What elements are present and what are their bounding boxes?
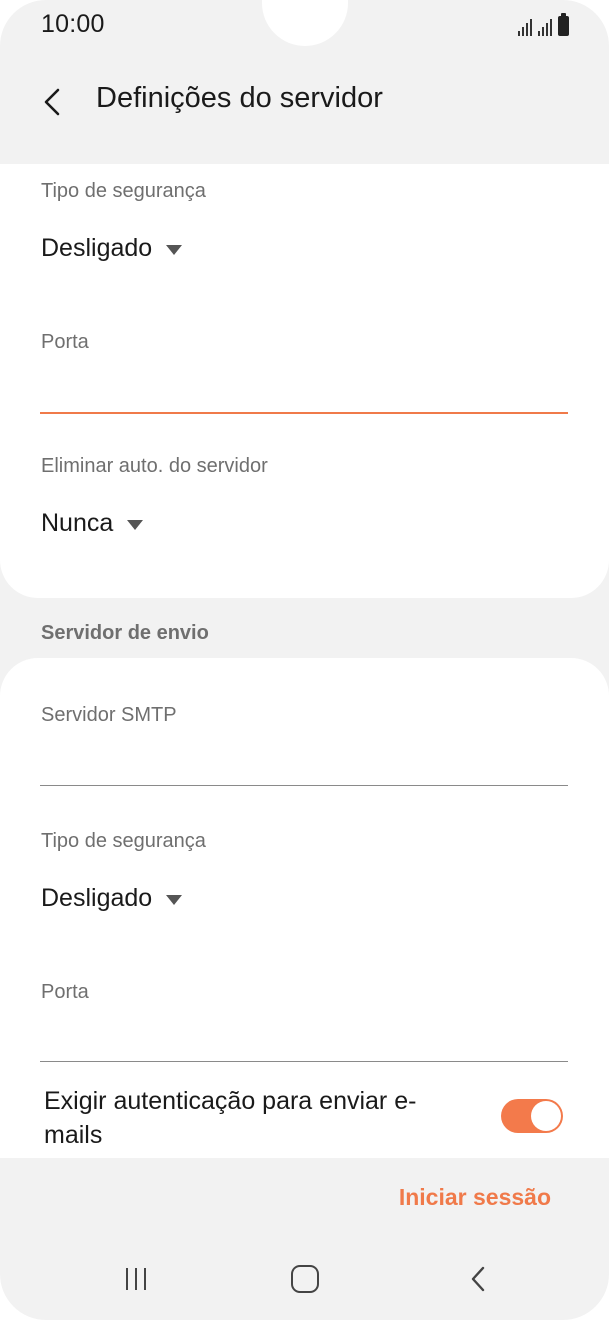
dropdown-arrow-icon [166, 244, 183, 255]
outgoing-security-value: Desligado [41, 884, 153, 912]
incoming-security-dropdown[interactable]: Desligado [41, 234, 183, 263]
incoming-server-card: Tipo de segurança Desligado Porta Elimin… [0, 164, 609, 598]
signin-button[interactable]: Iniciar sessão [399, 1184, 551, 1211]
outgoing-server-section-title: Servidor de envio [41, 622, 209, 644]
system-nav-bar [0, 1238, 609, 1320]
outgoing-port-label: Porta [41, 981, 89, 1003]
back-button[interactable] [28, 78, 76, 126]
incoming-security-value: Desligado [41, 234, 153, 262]
phone-screen: 10:00 Definições do servidor Tipo de seg… [0, 0, 609, 1320]
recent-apps-icon[interactable] [118, 1264, 154, 1294]
outgoing-server-card: Servidor SMTP Tipo de segurança Desligad… [0, 658, 609, 1158]
incoming-security-label: Tipo de segurança [41, 180, 206, 202]
dropdown-arrow-icon [166, 894, 183, 905]
status-icons [518, 13, 569, 36]
app-header: Definições do servidor [0, 54, 609, 164]
back-icon[interactable] [462, 1262, 494, 1296]
signal-icon [538, 18, 552, 36]
page-title: Definições do servidor [96, 82, 383, 114]
home-icon[interactable] [291, 1265, 319, 1293]
incoming-port-input[interactable] [40, 370, 568, 414]
delete-from-server-label: Eliminar auto. do servidor [41, 455, 268, 477]
bottom-action-bar: Iniciar sessão [0, 1158, 609, 1238]
camera-notch [262, 0, 348, 46]
outgoing-port-input[interactable] [40, 1018, 568, 1062]
outgoing-security-label: Tipo de segurança [41, 830, 206, 852]
dropdown-arrow-icon [127, 519, 144, 530]
status-time: 10:00 [41, 10, 105, 38]
signal-icon [518, 18, 532, 36]
delete-from-server-value: Nunca [41, 509, 114, 537]
delete-from-server-dropdown[interactable]: Nunca [41, 509, 144, 538]
incoming-port-label: Porta [41, 331, 89, 353]
battery-icon [558, 13, 569, 36]
require-auth-label: Exigir autenticação para enviar e-mails [44, 1087, 417, 1149]
outgoing-security-dropdown[interactable]: Desligado [41, 884, 183, 913]
status-bar: 10:00 [0, 0, 609, 54]
smtp-server-label: Servidor SMTP [41, 704, 177, 726]
require-auth-toggle[interactable] [501, 1099, 563, 1133]
chevron-left-icon [44, 88, 60, 116]
smtp-server-input[interactable] [40, 742, 568, 786]
toggle-knob [531, 1101, 561, 1131]
